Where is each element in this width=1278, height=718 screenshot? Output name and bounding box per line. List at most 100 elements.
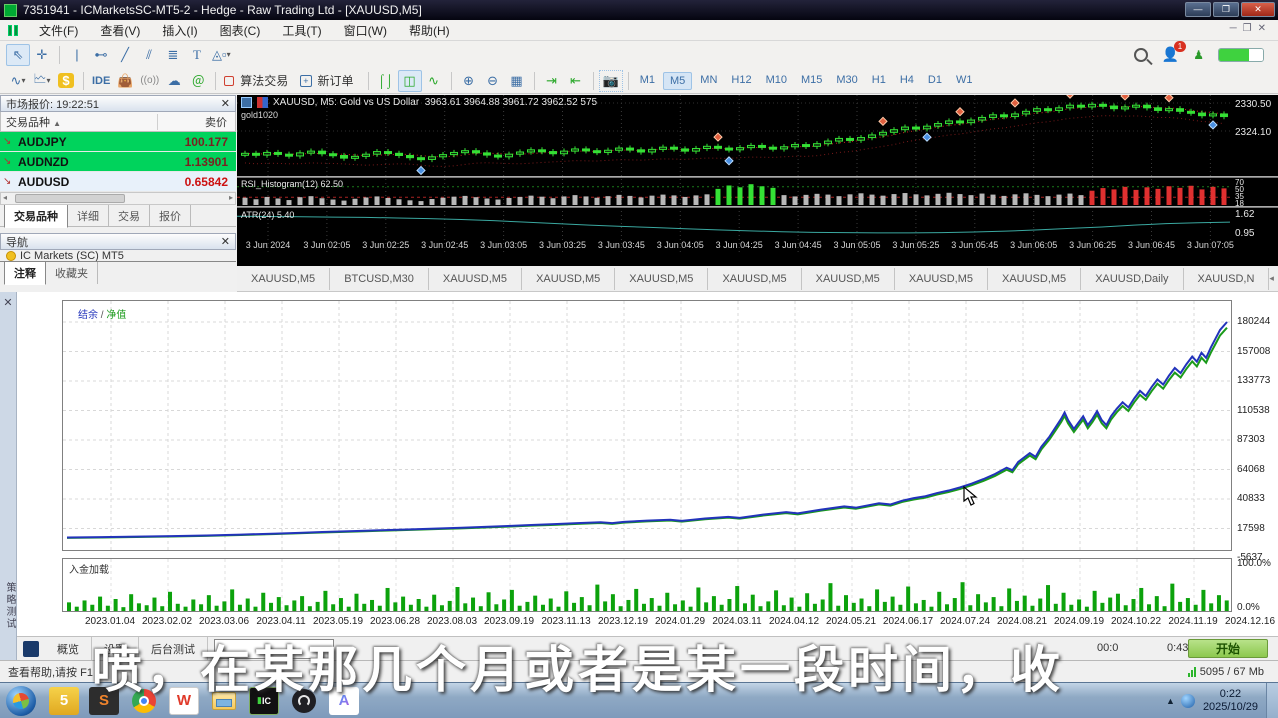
market-watch-row[interactable]: ↘AUDNZD1.13901 (0, 152, 236, 172)
chart-tab[interactable]: BTCUSD,M30 (330, 268, 429, 290)
candles-chart-type-icon[interactable]: ◫ (398, 70, 422, 92)
tab-scroll-arrows[interactable]: ◂▸ (1269, 273, 1278, 284)
timeframe-H1[interactable]: H1 (866, 72, 892, 90)
vps-cloud-icon[interactable]: ☁ (162, 70, 186, 92)
chart-tab[interactable]: XAUUSD,Daily (1081, 268, 1183, 290)
shapes-tool-button[interactable]: ◬▫▾ (209, 44, 234, 66)
market-watch-row[interactable]: ↘AUDJPY100.177 (0, 132, 236, 152)
timeframe-M5[interactable]: M5 (663, 72, 692, 90)
market-watch-tab[interactable]: 报价 (150, 205, 191, 227)
community-icon[interactable]: ＠ (186, 70, 210, 92)
chart-window-controls[interactable]: ─❐✕ (1230, 23, 1272, 34)
ohlc-toggle-icon[interactable] (241, 97, 252, 108)
volumes-icon[interactable] (257, 97, 268, 108)
navigator-close-icon[interactable]: ✕ (221, 235, 230, 248)
tile-windows-icon[interactable]: ▦ (505, 70, 529, 92)
market-watch-scrollbar[interactable]: ◂ ▸ (0, 192, 236, 205)
timeframe-H4[interactable]: H4 (894, 72, 920, 90)
price-scale[interactable]: 2330.50 2324.10 70503518 1.62 0.95 (1232, 95, 1278, 266)
chart-tab[interactable]: XAUUSD,M5 (429, 268, 522, 290)
screenshot-camera-icon[interactable]: 📷 (599, 70, 623, 92)
time-axis-label: 3 Jun 04:25 (716, 240, 763, 250)
timeframe-H12[interactable]: H12 (725, 72, 757, 90)
chart-tab[interactable]: XAUUSD,M5 (988, 268, 1081, 290)
tray-network-icon[interactable] (1181, 694, 1195, 708)
taskbar-clock[interactable]: 0:22 2025/10/29 (1203, 688, 1258, 714)
market-bag-icon[interactable]: 👜 (113, 70, 137, 92)
timeframe-M30[interactable]: M30 (830, 72, 863, 90)
chart-tab[interactable]: XAUUSD,M5 (237, 268, 330, 290)
market-watch-tab[interactable]: 详细 (68, 205, 109, 227)
line-chart-type-icon[interactable]: ∿ (422, 70, 446, 92)
restore-button[interactable]: ❐ (1213, 2, 1239, 17)
algo-trading-button[interactable]: 算法交易 (221, 70, 297, 92)
menu-item[interactable]: 帮助(H) (398, 19, 461, 42)
start-backtest-button[interactable]: 开始 (1188, 639, 1268, 658)
new-order-button[interactable]: + 新订单 (297, 70, 362, 92)
time-axis-label: 3 Jun 04:45 (775, 240, 822, 250)
equity-chart[interactable] (62, 300, 1232, 551)
minimize-button[interactable]: — (1185, 2, 1211, 17)
navigator-tab[interactable]: 收藏夹 (46, 262, 98, 284)
equity-x-tick: 2023.09.19 (484, 616, 534, 627)
chart-shift-icon[interactable]: ⇤ (564, 70, 588, 92)
sidebar: 市场报价: 19:22:51 ✕ 交易品种 ▲ 卖价 ↘AUDJPY100.17… (0, 95, 236, 292)
deposit-icon[interactable]: $ (54, 70, 78, 92)
tester-close-icon[interactable]: ✕ (0, 296, 16, 309)
menu-item[interactable]: 图表(C) (209, 19, 272, 42)
chart-tab[interactable]: XAUUSD,M5 (708, 268, 801, 290)
fibonacci-tool-button[interactable]: ≣ (161, 44, 185, 66)
text-tool-button[interactable]: T (185, 44, 209, 66)
chart-tab[interactable]: XAUUSD,N (1184, 268, 1270, 290)
chart-tab[interactable]: XAUUSD,M5 (615, 268, 708, 290)
search-icon[interactable] (1134, 48, 1148, 62)
navigator-tab[interactable]: 注释 (4, 261, 46, 285)
notifications-icon[interactable]: 👤 1 (1162, 46, 1179, 63)
timeframe-MN[interactable]: MN (694, 72, 723, 90)
close-button[interactable]: ✕ (1241, 2, 1275, 17)
market-watch-row[interactable]: ↘AUDUSD0.65842 (0, 172, 236, 192)
cursor-tool-button[interactable]: ⇖ (6, 44, 30, 66)
chart-profile-icon[interactable]: ∿▾ (6, 70, 30, 92)
bars-chart-type-icon[interactable]: ⌠⌡ (374, 70, 398, 92)
menu-item[interactable]: 文件(F) (28, 19, 89, 42)
timeframe-M15[interactable]: M15 (795, 72, 828, 90)
vertical-line-tool-button[interactable]: | (65, 44, 89, 66)
timeframe-M10[interactable]: M10 (760, 72, 793, 90)
timeframe-D1[interactable]: D1 (922, 72, 948, 90)
signals-icon[interactable]: ((o)) (137, 70, 162, 92)
menu-item[interactable]: 工具(T) (271, 19, 332, 42)
trendline-tool-button[interactable]: ╱ (113, 44, 137, 66)
tray-expand-icon[interactable]: ▲ (1166, 696, 1175, 706)
ide-button[interactable]: IDE (89, 70, 113, 92)
bid-column-header[interactable]: 卖价 (157, 114, 235, 130)
indicators-icon[interactable]: 🗠▾ (30, 70, 54, 92)
zoom-out-icon[interactable]: ⊖ (481, 70, 505, 92)
zoom-in-icon[interactable]: ⊕ (457, 70, 481, 92)
channel-tool-button[interactable]: ⫽ (137, 44, 161, 66)
price-chart-window[interactable]: XAUUSD, M5: Gold vs US Dollar 3963.61 39… (237, 95, 1278, 266)
chart-tab[interactable]: XAUUSD,M5 (895, 268, 988, 290)
market-watch-close-icon[interactable]: ✕ (221, 97, 230, 110)
deposit-load-chart[interactable]: 入金加载 (62, 558, 1232, 612)
crosshair-tool-button[interactable]: ✛ (30, 44, 54, 66)
market-watch-tab[interactable]: 交易品种 (4, 204, 68, 228)
timeframe-W1[interactable]: W1 (950, 72, 979, 90)
timeframe-M1[interactable]: M1 (634, 72, 661, 90)
auto-scroll-icon[interactable]: ⇥ (540, 70, 564, 92)
traffic-usage: 5095 / 67 Mb (1200, 666, 1264, 678)
menu-item[interactable]: 窗口(W) (333, 19, 398, 42)
horizontal-line-tool-button[interactable]: ⊷ (89, 44, 113, 66)
chart-tab[interactable]: XAUUSD,M5 (802, 268, 895, 290)
chart-tab[interactable]: XAUUSD,M5 (522, 268, 615, 290)
show-desktop-button[interactable] (1266, 683, 1278, 718)
market-watch-tab[interactable]: 交易 (109, 205, 150, 227)
menu-item[interactable]: 插入(I) (151, 19, 208, 42)
tester-tab[interactable]: 概览 (45, 637, 92, 661)
start-button[interactable] (6, 686, 36, 716)
bid-price: 1.13901 (158, 155, 236, 169)
taskbar-app5-icon[interactable]: 5 (49, 687, 79, 715)
menu-item[interactable]: 查看(V) (89, 19, 151, 42)
symbol-column-header[interactable]: 交易品种 ▲ (1, 114, 157, 130)
connection-toggle[interactable] (1218, 48, 1264, 62)
